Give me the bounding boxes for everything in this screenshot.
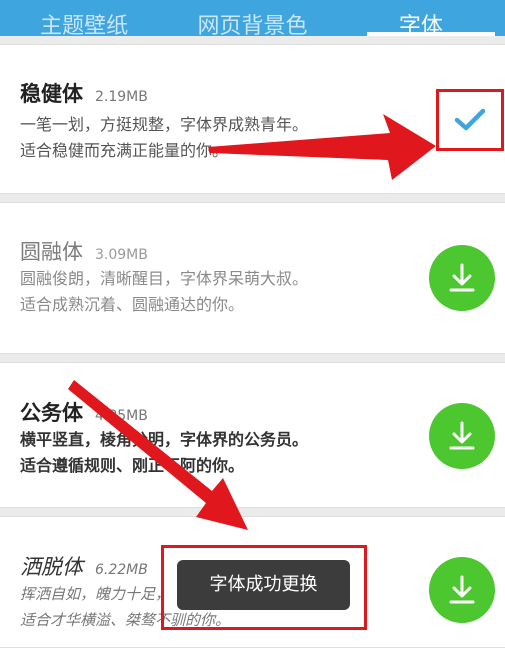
tab-bar: 主题壁纸 网页背景色 字体 [0,0,505,38]
check-icon [454,108,486,131]
download-button[interactable] [429,403,495,469]
tab-label: 主题壁纸 [40,14,129,39]
selected-indicator[interactable] [436,89,504,151]
tab-font[interactable]: 字体 [337,16,505,38]
download-icon [449,421,475,450]
font-description-line: 一笔一划，方挺规整，字体界成熟青年。 [20,115,309,134]
font-item-wenjian[interactable]: 稳健体 2.19MB 一笔一划，方挺规整，字体界成熟青年。 适合稳健而充满正能量… [0,44,505,194]
font-file-size: 3.09MB [95,247,148,263]
font-file-size: 2.19MB [95,89,148,105]
download-button[interactable] [429,245,495,311]
font-title-row: 洒脱体 6.22MB [20,551,148,581]
font-name: 圆融体 [20,240,83,264]
font-description: 横平竖直，棱角分明，字体界的公务员。 适合遵循规则、刚正不阿的你。 [20,427,308,479]
font-description-line: 适合遵循规则、刚正不阿的你。 [20,456,245,475]
font-description-line: 横平竖直，棱角分明，字体界的公务员。 [20,430,309,449]
font-item-gongwu[interactable]: 公务体 4.85MB 横平竖直，棱角分明，字体界的公务员。 适合遵循规则、刚正不… [0,362,505,508]
toast-message: 字体成功更换 [177,560,350,610]
font-title-row: 圆融体 3.09MB [20,236,148,266]
tab-theme-wallpaper[interactable]: 主题壁纸 [0,16,168,38]
tab-page-background[interactable]: 网页背景色 [168,16,336,38]
download-icon [449,575,475,604]
font-description: 圆融俊朗，清晰醒目，字体界呆萌大叔。 适合成熟沉着、圆融通达的你。 [20,266,308,318]
font-name: 洒脱体 [20,555,83,579]
font-name: 公务体 [20,401,83,425]
download-icon [449,263,475,292]
font-description-line: 圆融俊朗，清晰醒目，字体界呆萌大叔。 [20,269,309,288]
download-button[interactable] [429,557,495,623]
tab-label: 网页背景色 [197,14,308,39]
tab-label: 字体 [398,14,443,39]
font-file-size: 4.85MB [95,408,148,424]
font-description-line: 适合成熟沉着、圆融通达的你。 [20,295,245,314]
font-description: 一笔一划，方挺规整，字体界成熟青年。 适合稳健而充满正能量的你。 [20,112,308,164]
font-item-yuanrong[interactable]: 圆融体 3.09MB 圆融俊朗，清晰醒目，字体界呆萌大叔。 适合成熟沉着、圆融通… [0,202,505,354]
font-title-row: 稳健体 2.19MB [20,78,148,108]
font-title-row: 公务体 4.85MB [20,397,148,427]
font-description-line: 适合稳健而充满正能量的你。 [20,141,229,160]
font-file-size: 6.22MB [95,562,148,578]
font-name: 稳健体 [20,82,83,106]
